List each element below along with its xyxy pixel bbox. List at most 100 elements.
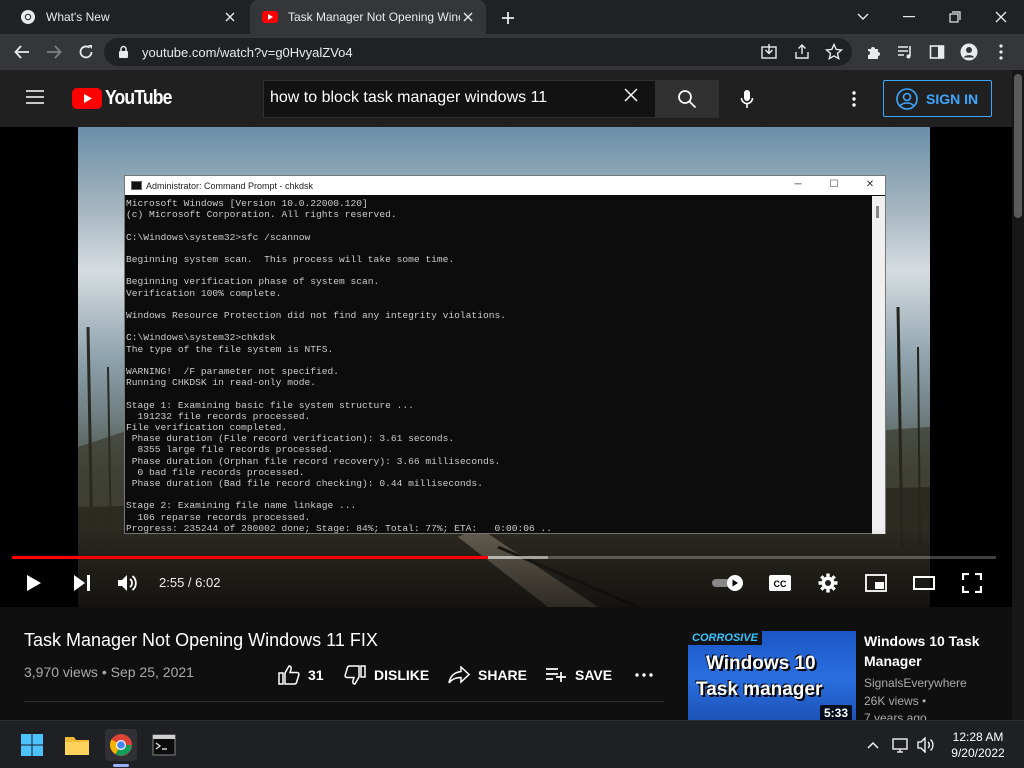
volume-button[interactable] <box>110 569 146 597</box>
youtube-header: YouTube how to block task manager window… <box>0 70 1012 127</box>
playlist-add-icon <box>545 667 567 683</box>
progress-bar[interactable] <box>12 556 996 559</box>
captions-button[interactable]: CC <box>762 569 798 597</box>
chrome-taskbar-icon[interactable] <box>105 729 137 761</box>
profile-icon[interactable] <box>957 40 981 64</box>
save-button[interactable]: SAVE <box>545 664 612 686</box>
cmd-maximize-icon: ☐ <box>829 179 839 190</box>
scrollbar-thumb[interactable] <box>1014 74 1022 218</box>
command-prompt-window: Administrator: Command Prompt - chkdsk ─… <box>124 175 886 534</box>
file-explorer-icon[interactable] <box>61 729 93 761</box>
search-query[interactable]: how to block task manager windows 11 <box>270 89 547 107</box>
next-video-button[interactable] <box>64 569 100 597</box>
tab-title: Task Manager Not Opening Windo <box>288 10 460 24</box>
active-app-indicator <box>113 764 129 767</box>
meta-separator: • <box>922 694 927 708</box>
search-input[interactable]: how to block task manager windows 11 <box>263 80 655 118</box>
share-icon[interactable] <box>793 43 811 61</box>
tab-title: What's New <box>46 10 110 24</box>
microphone-icon[interactable] <box>733 85 761 113</box>
bookmark-star-icon[interactable] <box>825 43 843 61</box>
volume-icon[interactable] <box>916 735 936 755</box>
forward-arrow-icon[interactable] <box>42 40 66 64</box>
progress-played <box>12 556 488 559</box>
play-button[interactable] <box>16 569 52 597</box>
install-app-icon[interactable] <box>760 43 778 61</box>
clock-time: 12:28 AM <box>952 730 1004 744</box>
cmd-close-icon: ✕ <box>865 179 875 190</box>
address-bar[interactable]: youtube.com/watch?v=g0HvyalZVo4 <box>104 38 852 66</box>
clock-date: 9/20/2022 <box>951 746 1005 760</box>
divider <box>24 701 664 702</box>
chrome-icon <box>20 9 36 25</box>
miniplayer-icon[interactable] <box>858 569 894 597</box>
thumb-text-line1: Windows 10 <box>706 653 816 674</box>
tab-search-chevron-icon[interactable] <box>851 5 875 29</box>
more-options-icon[interactable] <box>846 88 862 110</box>
dislike-label: DISLIKE <box>374 667 430 683</box>
back-arrow-icon[interactable] <box>10 40 34 64</box>
restore-icon[interactable] <box>943 5 967 29</box>
url-text[interactable]: youtube.com/watch?v=g0HvyalZVo4 <box>142 45 353 60</box>
logo-text: YouTube <box>105 87 172 109</box>
video-meta: 3,970 views • Sep 25, 2021 <box>24 664 194 680</box>
meta-separator: • <box>101 664 111 680</box>
share-label: SHARE <box>478 667 528 683</box>
thumb-text-line2: Task manager <box>696 679 823 700</box>
search-button[interactable] <box>655 80 719 118</box>
recommended-view-count: 26K views <box>864 694 919 708</box>
system-clock[interactable]: 12:28 AM 9/20/2022 <box>944 729 1012 761</box>
network-icon[interactable] <box>891 735 911 755</box>
page-scrollbar[interactable] <box>1012 70 1024 720</box>
minimize-icon[interactable] <box>897 5 921 29</box>
fullscreen-icon[interactable] <box>954 569 990 597</box>
sign-in-button[interactable]: SIGN IN <box>883 80 992 117</box>
new-tab-button[interactable] <box>498 8 518 28</box>
close-window-icon[interactable] <box>989 5 1013 29</box>
windows-taskbar: 12:28 AM 9/20/2022 <box>0 720 1024 768</box>
share-arrow-icon <box>448 666 470 684</box>
share-button[interactable]: SHARE <box>448 664 527 686</box>
cmd-titlebar: Administrator: Command Prompt - chkdsk ─… <box>125 176 885 195</box>
close-icon[interactable] <box>460 9 476 25</box>
cmd-scrollbar <box>872 196 885 534</box>
video-player[interactable]: Administrator: Command Prompt - chkdsk ─… <box>0 127 1012 607</box>
cmd-icon <box>131 181 142 190</box>
youtube-logo[interactable]: YouTube <box>72 87 181 110</box>
search-icon <box>677 89 697 109</box>
side-panel-icon[interactable] <box>925 40 949 64</box>
youtube-favicon <box>262 11 278 23</box>
cmd-output: Microsoft Windows [Version 10.0.22000.12… <box>126 198 552 534</box>
more-actions-icon[interactable] <box>635 664 653 686</box>
view-count: 3,970 views <box>24 664 98 680</box>
hamburger-menu-icon[interactable] <box>24 88 46 106</box>
thumbs-up-icon <box>278 665 300 685</box>
like-button[interactable]: 31 <box>278 664 324 686</box>
reload-icon[interactable] <box>74 40 98 64</box>
reading-list-icon[interactable] <box>893 40 917 64</box>
theater-mode-icon[interactable] <box>906 569 942 597</box>
close-icon[interactable] <box>222 9 238 25</box>
like-count: 31 <box>308 667 324 683</box>
show-hidden-icons-chevron-icon[interactable] <box>863 735 883 755</box>
recommended-channel[interactable]: SignalsEverywhere <box>864 676 967 690</box>
sign-in-label: SIGN IN <box>926 90 979 107</box>
tab-whats-new[interactable]: What's New <box>8 0 248 34</box>
browser-tab-strip: What's New Task Manager Not Opening Wind… <box>0 0 1024 34</box>
video-title: Task Manager Not Opening Windows 11 FIX <box>24 630 378 650</box>
extensions-icon[interactable] <box>861 40 885 64</box>
windows-start-icon[interactable] <box>16 729 48 761</box>
tab-youtube-video[interactable]: Task Manager Not Opening Windo <box>250 0 486 34</box>
recommended-views: 26K views • <box>864 694 926 708</box>
lock-icon[interactable] <box>118 45 129 59</box>
dislike-button[interactable]: DISLIKE <box>344 664 429 686</box>
clear-search-icon[interactable] <box>624 88 638 102</box>
recommended-title[interactable]: Windows 10 Task Manager <box>864 631 1004 671</box>
settings-gear-icon[interactable] <box>810 569 846 597</box>
recommended-thumbnail[interactable]: CORROSIVE Windows 10 Task manager 5:33 <box>688 631 856 725</box>
upload-date: Sep 25, 2021 <box>110 664 194 680</box>
chrome-menu-icon[interactable] <box>989 40 1013 64</box>
terminal-icon[interactable] <box>148 729 180 761</box>
autoplay-toggle[interactable] <box>710 569 746 597</box>
thumbs-down-icon <box>344 665 366 685</box>
